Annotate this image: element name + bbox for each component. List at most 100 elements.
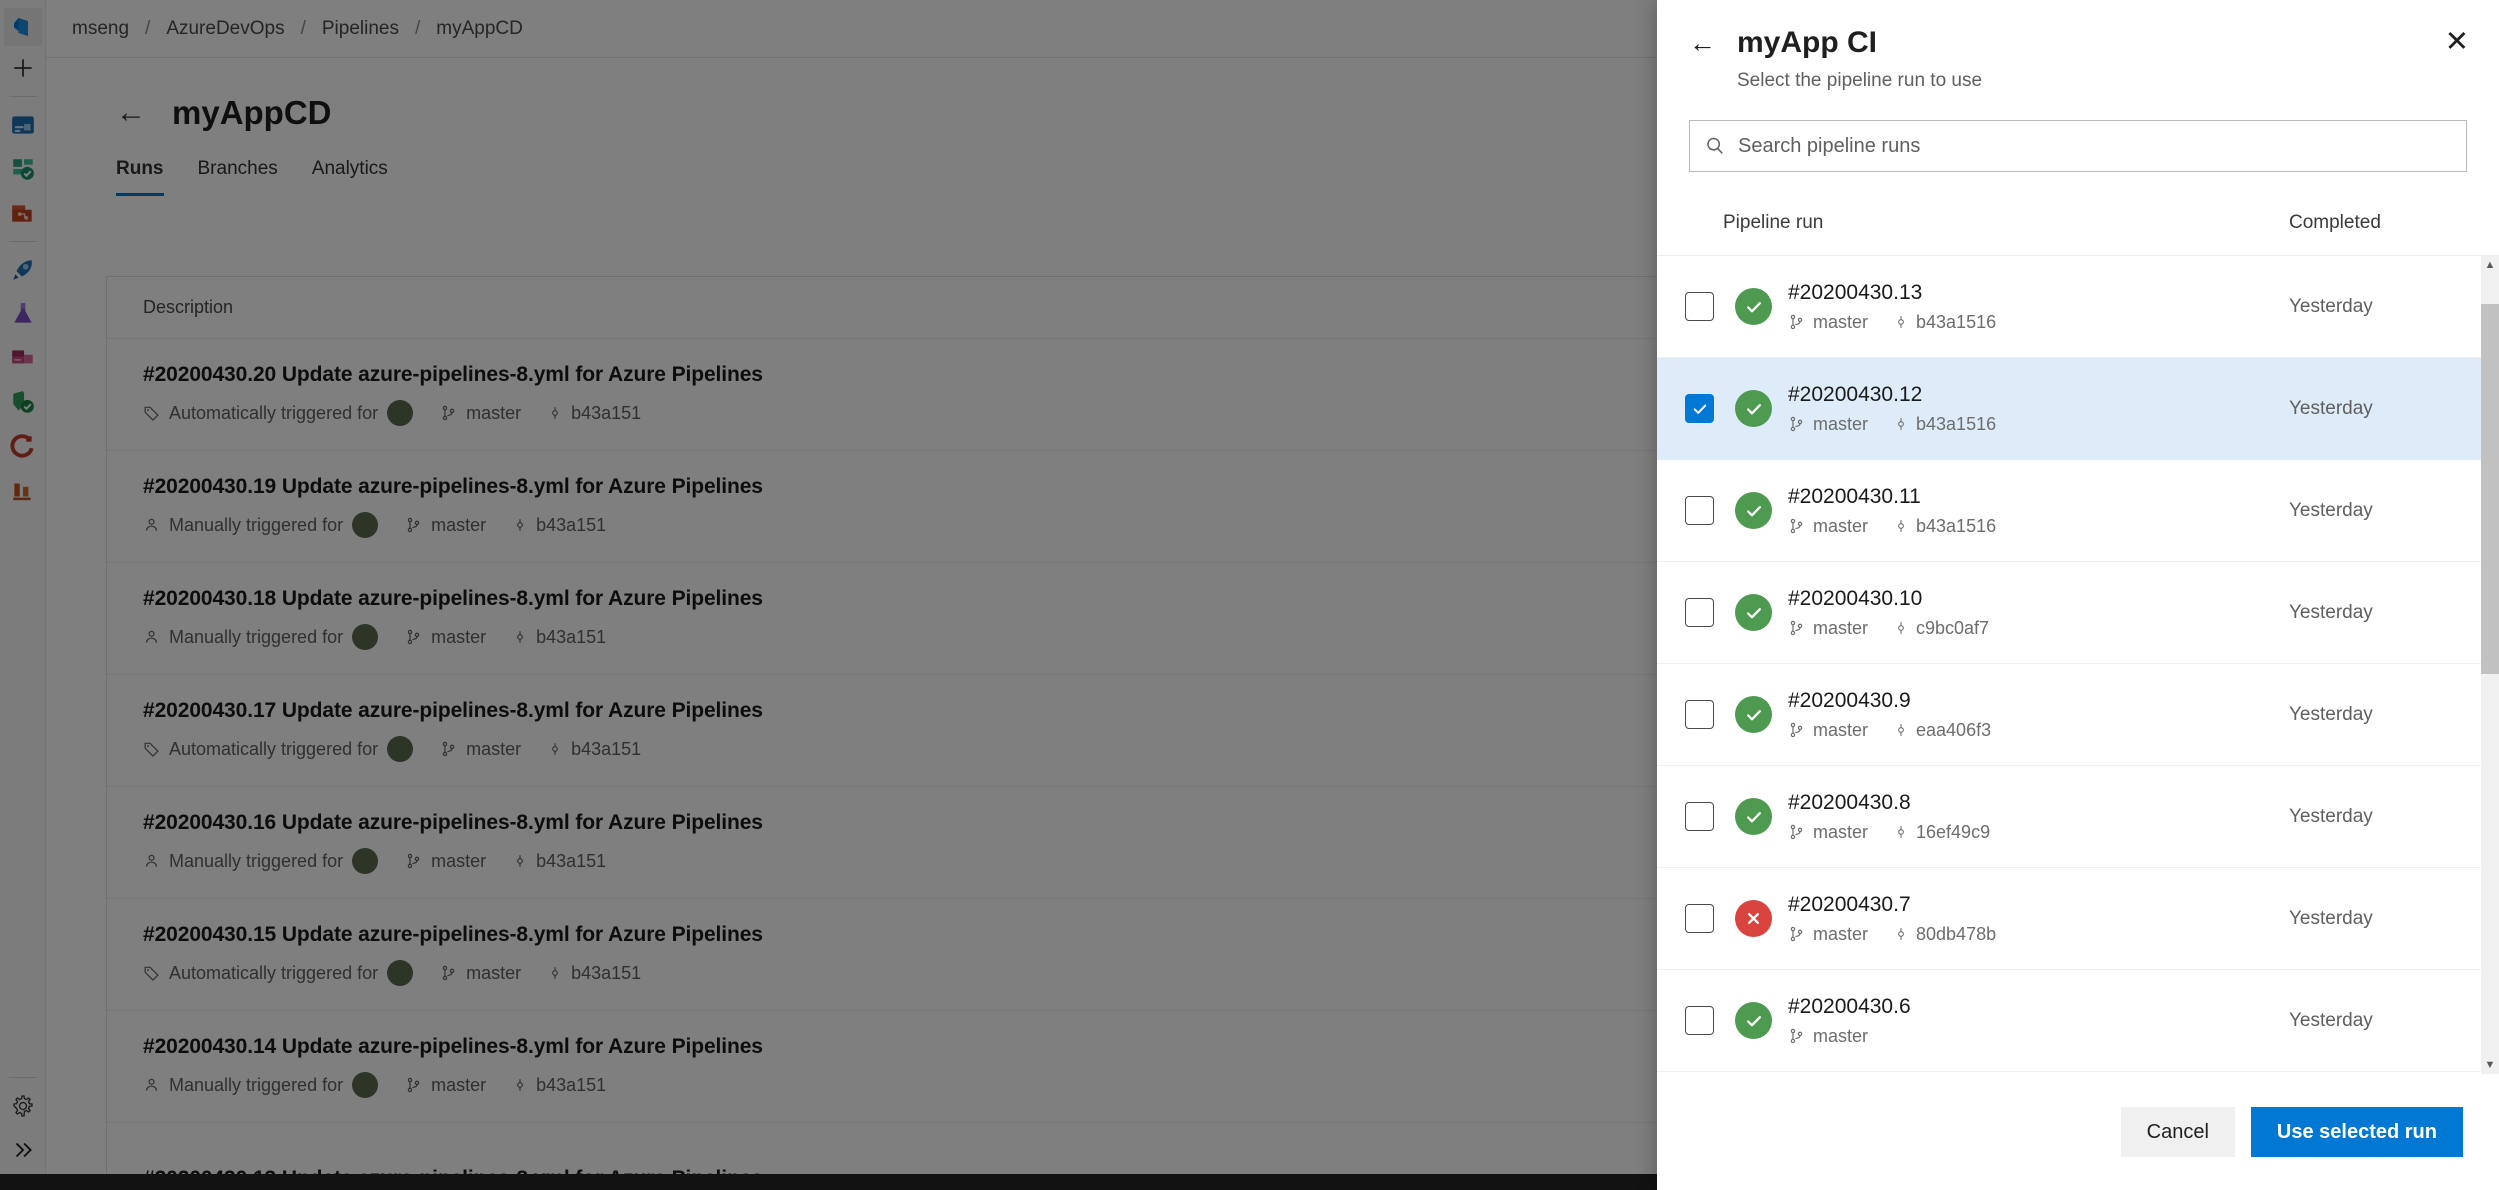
run-info: #20200430.8 master 16ef49c9 xyxy=(1788,791,2289,843)
search-icon xyxy=(1704,135,1726,157)
run-status-succeeded-icon xyxy=(1735,696,1772,733)
run-status-succeeded-icon xyxy=(1735,288,1772,325)
run-commit: eaa406f3 xyxy=(1916,719,1992,740)
run-checkbox[interactable] xyxy=(1685,700,1714,729)
run-status-succeeded-icon xyxy=(1735,798,1772,835)
commit-icon xyxy=(1894,823,1908,841)
branch-icon xyxy=(1788,721,1805,739)
branch-icon xyxy=(1788,517,1805,535)
column-header-completed: Completed xyxy=(2289,211,2381,233)
panel-subtitle: Select the pipeline run to use xyxy=(1737,70,1983,91)
run-completed: Yesterday xyxy=(2289,907,2373,929)
run-checkbox[interactable] xyxy=(1685,904,1714,933)
search-box[interactable] xyxy=(1689,120,2467,172)
run-commit: b43a1516 xyxy=(1916,515,1997,536)
run-info: #20200430.13 master b43a1516 xyxy=(1788,281,2289,333)
list-item[interactable]: #20200430.11 master b43a1516 Yesterday xyxy=(1657,460,2499,562)
run-checkbox[interactable] xyxy=(1685,1006,1714,1035)
column-header-pipeline-run: Pipeline run xyxy=(1723,211,1824,233)
run-commit: b43a1516 xyxy=(1916,413,1997,434)
run-info: #20200430.9 master eaa406f3 xyxy=(1788,689,2289,741)
run-name[interactable]: #20200430.9 xyxy=(1788,689,2289,713)
run-status-succeeded-icon xyxy=(1735,1002,1772,1039)
list-item[interactable]: #20200430.6 master Yesterday xyxy=(1657,970,2499,1072)
commit-icon xyxy=(1894,517,1908,535)
run-name[interactable]: #20200430.11 xyxy=(1788,485,2289,509)
branch-icon xyxy=(1788,415,1805,433)
run-checkbox[interactable] xyxy=(1685,598,1714,627)
run-list: #20200430.13 master b43a1516 Yesterday #2020… xyxy=(1657,256,2499,1074)
run-status-succeeded-icon xyxy=(1735,390,1772,427)
run-completed: Yesterday xyxy=(2289,703,2373,725)
run-meta: master b43a1516 xyxy=(1788,414,2289,435)
cancel-button[interactable]: Cancel xyxy=(2120,1107,2235,1157)
run-checkbox[interactable] xyxy=(1685,292,1714,321)
run-status-succeeded-icon xyxy=(1735,492,1772,529)
commit-icon xyxy=(1894,619,1908,637)
branch-icon xyxy=(1788,619,1805,637)
run-name[interactable]: #20200430.12 xyxy=(1788,383,2289,407)
commit-icon xyxy=(1894,721,1908,739)
branch-icon xyxy=(1788,823,1805,841)
branch-icon xyxy=(1788,1027,1805,1045)
run-name[interactable]: #20200430.13 xyxy=(1788,281,2289,305)
run-meta: master c9bc0af7 xyxy=(1788,618,2289,639)
panel-footer: Cancel Use selected run xyxy=(1657,1074,2499,1190)
run-meta: master b43a1516 xyxy=(1788,516,2289,537)
search-input[interactable] xyxy=(1726,134,2452,158)
run-branch: master xyxy=(1813,923,1869,944)
list-item[interactable]: #20200430.10 master c9bc0af7 Yesterday xyxy=(1657,562,2499,664)
run-branch: master xyxy=(1813,413,1869,434)
run-meta: master b43a1516 xyxy=(1788,312,2289,333)
branch-icon xyxy=(1788,925,1805,943)
run-meta: master xyxy=(1788,1026,2289,1047)
run-name[interactable]: #20200430.10 xyxy=(1788,587,2289,611)
pipeline-run-picker-panel: ← myApp CI Select the pipeline run to us… xyxy=(1657,0,2499,1190)
list-item[interactable]: #20200430.12 master b43a1516 Yesterday xyxy=(1657,358,2499,460)
panel-header: ← myApp CI Select the pipeline run to us… xyxy=(1657,0,2499,92)
close-icon[interactable]: ✕ xyxy=(2445,28,2469,57)
run-branch: master xyxy=(1813,1025,1869,1046)
run-commit: 80db478b xyxy=(1916,923,1997,944)
panel-back-arrow-icon[interactable]: ← xyxy=(1689,29,1723,57)
run-completed: Yesterday xyxy=(2289,601,2373,623)
run-checkbox[interactable] xyxy=(1685,802,1714,831)
run-commit: c9bc0af7 xyxy=(1916,617,1990,638)
panel-title: myApp CI xyxy=(1737,26,1878,59)
run-commit: 16ef49c9 xyxy=(1916,821,1991,842)
run-branch: master xyxy=(1813,515,1869,536)
branch-icon xyxy=(1788,313,1805,331)
scroll-up-arrow-icon[interactable]: ▲ xyxy=(2481,256,2499,274)
run-branch: master xyxy=(1813,719,1869,740)
run-name[interactable]: #20200430.8 xyxy=(1788,791,2289,815)
run-completed: Yesterday xyxy=(2289,1009,2373,1031)
run-name[interactable]: #20200430.7 xyxy=(1788,893,2289,917)
run-info: #20200430.12 master b43a1516 xyxy=(1788,383,2289,435)
run-completed: Yesterday xyxy=(2289,805,2373,827)
run-checkbox[interactable] xyxy=(1685,394,1714,423)
run-branch: master xyxy=(1813,311,1869,332)
run-completed: Yesterday xyxy=(2289,499,2373,521)
run-status-succeeded-icon xyxy=(1735,594,1772,631)
list-item[interactable]: #20200430.7 master 80db478b Yesterday xyxy=(1657,868,2499,970)
run-meta: master 16ef49c9 xyxy=(1788,822,2289,843)
commit-icon xyxy=(1894,925,1908,943)
search-container xyxy=(1657,92,2499,172)
run-checkbox[interactable] xyxy=(1685,496,1714,525)
list-item[interactable]: #20200430.8 master 16ef49c9 Yesterday xyxy=(1657,766,2499,868)
list-item[interactable]: #20200430.9 master eaa406f3 Yesterday xyxy=(1657,664,2499,766)
use-selected-run-button[interactable]: Use selected run xyxy=(2250,1107,2463,1157)
run-completed: Yesterday xyxy=(2289,295,2373,317)
scrollbar-thumb[interactable] xyxy=(2481,304,2499,674)
run-branch: master xyxy=(1813,617,1869,638)
run-info: #20200430.11 master b43a1516 xyxy=(1788,485,2289,537)
scrollbar-track[interactable] xyxy=(2481,274,2499,1056)
run-name[interactable]: #20200430.6 xyxy=(1788,995,2289,1019)
commit-icon xyxy=(1894,313,1908,331)
screen: mseng / AzureDevOps / Pipelines / myAppC… xyxy=(0,0,2499,1190)
panel-scrollbar[interactable]: ▲ ▼ xyxy=(2481,256,2499,1074)
run-commit: b43a1516 xyxy=(1916,311,1997,332)
list-item[interactable]: #20200430.13 master b43a1516 Yesterday xyxy=(1657,256,2499,358)
run-info: #20200430.10 master c9bc0af7 xyxy=(1788,587,2289,639)
scroll-down-arrow-icon[interactable]: ▼ xyxy=(2481,1056,2499,1074)
